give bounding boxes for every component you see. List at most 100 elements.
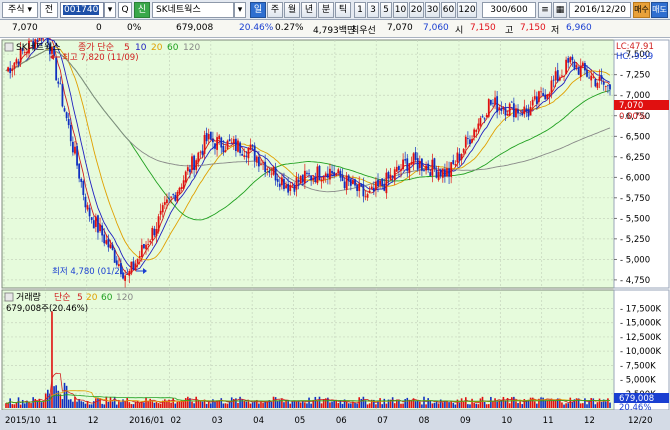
minute-label: 3 xyxy=(370,5,376,15)
volume-bar xyxy=(331,401,333,408)
candle-body xyxy=(389,174,392,180)
volume-bar xyxy=(299,402,302,408)
candle-body xyxy=(462,149,465,153)
open-price: 7,150 xyxy=(470,23,496,33)
candle-body xyxy=(174,194,177,201)
volume-bar xyxy=(533,401,536,408)
chart-area[interactable]: - 7,500- 7,250- 7,000- 6,750- 6,500- 6,2… xyxy=(0,23,670,430)
candle-body xyxy=(176,191,179,202)
candle-body xyxy=(61,84,64,107)
candle-body xyxy=(283,179,285,190)
sell-button[interactable]: 매도 xyxy=(651,2,668,18)
candle-body xyxy=(117,264,120,266)
candle-body xyxy=(535,96,538,104)
date-input[interactable]: 2016/12/20 xyxy=(569,2,631,18)
candle-body xyxy=(458,153,461,161)
chart-toolbar: 주식 ▾ 전 001740 ▾ Q 신 SK네트웍스 ▾ 일 주 월 년 분 틱… xyxy=(0,0,670,20)
candle-body xyxy=(546,94,549,99)
search-button[interactable]: Q xyxy=(118,2,132,18)
minute-button-5[interactable]: 5 xyxy=(380,2,392,18)
ma-period-20: 20 xyxy=(151,43,163,53)
volume-ma-60: 60 xyxy=(101,293,113,303)
volume-bar xyxy=(467,404,469,408)
volume-bar xyxy=(78,399,80,408)
period-button-month[interactable]: 월 xyxy=(284,2,300,18)
list-icon-button[interactable]: ≡ xyxy=(538,2,552,18)
volume-bar xyxy=(207,401,210,408)
volume-bar xyxy=(287,400,289,408)
volume-bar xyxy=(143,402,145,408)
candle-body xyxy=(280,177,283,186)
minute-button-60[interactable]: 60 xyxy=(441,2,456,18)
minute-button-30[interactable]: 30 xyxy=(425,2,440,18)
candle-body xyxy=(109,244,112,249)
volume-bar xyxy=(479,398,482,408)
candle-body xyxy=(322,176,325,180)
change-percent: 0% xyxy=(127,23,142,33)
candle-body xyxy=(483,118,486,120)
scope-label: 전 xyxy=(44,5,54,15)
period-label: 주 xyxy=(270,5,280,15)
candle-body xyxy=(157,216,160,232)
period-button-tick[interactable]: 틱 xyxy=(335,2,351,18)
volume-bar xyxy=(345,401,348,408)
x-tick-label: 09 xyxy=(460,416,471,426)
candle-body xyxy=(569,57,572,63)
stock-name-dropdown[interactable]: ▾ xyxy=(234,2,246,18)
volume-bar xyxy=(561,402,563,408)
minute-label: 20 xyxy=(410,5,423,15)
period-button-week[interactable]: 주 xyxy=(267,2,283,18)
bar-count-input[interactable]: 300/600 xyxy=(482,2,536,18)
minute-button-20[interactable]: 20 xyxy=(409,2,424,18)
volume-bar xyxy=(485,404,488,408)
candle-body xyxy=(362,184,365,197)
market-type-select[interactable]: 주식 ▾ xyxy=(2,2,38,18)
minute-button-1[interactable]: 1 xyxy=(354,2,366,18)
volume-bar xyxy=(442,402,444,408)
stock-code-input[interactable]: 001740 xyxy=(60,2,104,18)
period-label: 년 xyxy=(304,5,314,15)
candle-body xyxy=(460,153,463,160)
grid-icon-button[interactable]: ▦ xyxy=(553,2,567,18)
candle-body xyxy=(602,81,605,85)
period-button-minute[interactable]: 분 xyxy=(318,2,334,18)
volume-bar xyxy=(174,403,177,408)
volume-bar xyxy=(251,402,254,408)
volume-bar xyxy=(494,398,496,408)
candle-body xyxy=(138,255,141,258)
candle-body xyxy=(226,140,229,150)
candle-body xyxy=(143,244,145,249)
price-pane-bg xyxy=(1,39,615,289)
code-dropdown-button[interactable]: ▾ xyxy=(104,2,116,18)
period-button-day[interactable]: 일 xyxy=(250,2,266,18)
volume-bar xyxy=(61,399,64,408)
volume-bar xyxy=(30,403,32,408)
candle-body xyxy=(533,96,536,100)
scope-button[interactable]: 전 xyxy=(40,2,58,18)
stock-name-select[interactable]: SK네트웍스 xyxy=(152,2,234,18)
minute-button-10[interactable]: 10 xyxy=(393,2,408,18)
candle-body xyxy=(140,245,143,257)
x-tick-label: 08 xyxy=(419,416,430,426)
candle-body xyxy=(487,99,490,117)
candle-body xyxy=(604,86,607,87)
price-tick-label: - 4,750 xyxy=(620,276,650,286)
stock-chart[interactable]: - 7,500- 7,250- 7,000- 6,750- 6,500- 6,2… xyxy=(0,23,670,430)
candle-body xyxy=(103,234,106,244)
volume-bar xyxy=(101,403,103,408)
minute-button-3[interactable]: 3 xyxy=(367,2,379,18)
candle-body xyxy=(136,258,139,264)
candle-body xyxy=(494,97,496,105)
volume-bar xyxy=(567,403,570,408)
volume-bar xyxy=(55,385,57,408)
candle-body xyxy=(312,177,315,181)
period-button-year[interactable]: 년 xyxy=(301,2,317,18)
minute-button-120[interactable]: 120 xyxy=(457,2,477,18)
candle-body xyxy=(230,142,233,144)
candle-body xyxy=(255,156,258,163)
buy-button[interactable]: 매수 xyxy=(633,2,650,18)
volume-bar xyxy=(404,399,406,408)
credit-button[interactable]: 신 xyxy=(134,2,150,18)
candle-body xyxy=(550,80,553,93)
volume-bar xyxy=(381,404,383,408)
